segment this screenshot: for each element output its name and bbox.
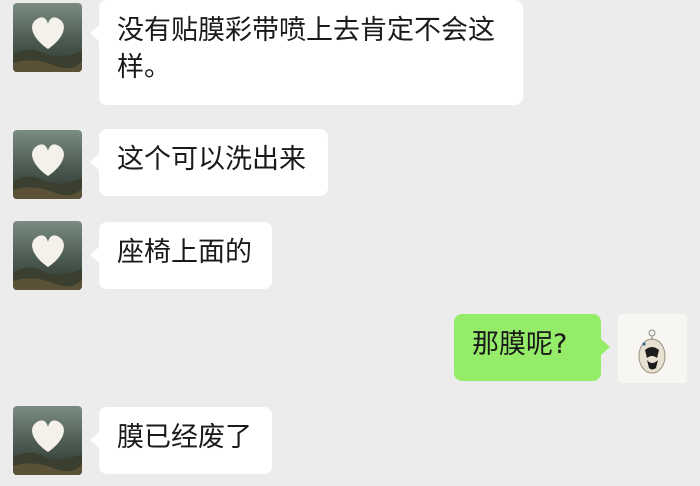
message-text: 这个可以洗出来 bbox=[117, 144, 306, 175]
heart-cloud-landscape-icon bbox=[13, 221, 82, 290]
contact-avatar[interactable] bbox=[13, 406, 82, 475]
message-bubble-incoming[interactable]: 膜已经废了 bbox=[90, 407, 272, 474]
contact-avatar[interactable] bbox=[13, 130, 82, 199]
message-bubble-incoming[interactable]: 座椅上面的 bbox=[90, 222, 272, 289]
my-avatar[interactable] bbox=[618, 314, 687, 383]
heart-cloud-landscape-icon bbox=[13, 3, 82, 72]
contact-avatar[interactable] bbox=[13, 3, 82, 72]
message-bubble-incoming[interactable]: 这个可以洗出来 bbox=[90, 129, 328, 196]
message-text: 座椅上面的 bbox=[117, 237, 252, 268]
message-text: 那膜呢? bbox=[472, 329, 568, 360]
heart-cloud-landscape-icon bbox=[13, 130, 82, 199]
message-text: 没有贴膜彩带喷上去肯定不会这 样。 bbox=[117, 15, 495, 83]
message-bubble-outgoing[interactable]: 那膜呢? bbox=[454, 314, 610, 381]
message-text: 膜已经废了 bbox=[117, 422, 252, 453]
heart-cloud-landscape-icon bbox=[13, 406, 82, 475]
message-bubble-incoming[interactable]: 没有贴膜彩带喷上去肯定不会这 样。 bbox=[90, 0, 523, 105]
sketch-character-icon bbox=[618, 314, 687, 383]
contact-avatar[interactable] bbox=[13, 221, 82, 290]
